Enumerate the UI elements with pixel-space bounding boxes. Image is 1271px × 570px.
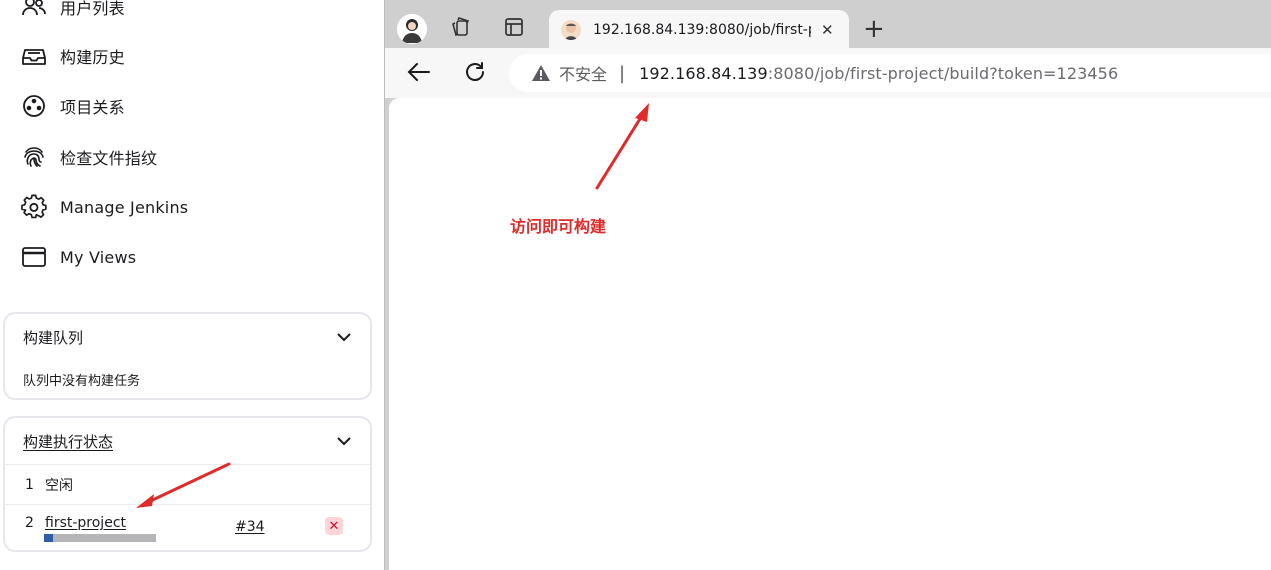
browser-toolbar: 不安全 | 192.168.84.139:8080/job/first-proj… [385, 48, 1271, 98]
not-secure-label[interactable]: 不安全 [559, 61, 607, 85]
tab-first-project[interactable]: 192.168.84.139:8080/job/first-pro ✕ [549, 10, 849, 50]
chevron-down-icon[interactable] [336, 433, 352, 449]
gear-icon [20, 193, 48, 221]
sidebar-item-label: My Views [60, 247, 137, 267]
build-progress-bar [44, 534, 156, 542]
vertical-tabs-button[interactable] [499, 14, 529, 44]
tab-close-button[interactable]: ✕ [821, 21, 834, 39]
reload-button[interactable] [461, 60, 489, 88]
warning-icon [531, 63, 551, 83]
build-progress-fill [44, 534, 53, 542]
inbox-icon [20, 42, 48, 70]
sidebar-item-label: 用户列表 [60, 0, 125, 18]
annotation-arrow-sidebar [136, 462, 231, 508]
url-path: :8080/job/first-project/build?token=1234… [767, 63, 1119, 83]
jenkins-favicon-icon [561, 20, 581, 40]
window-icon [20, 243, 48, 271]
sidebar-item-project-relationship[interactable]: 项目关系 [20, 90, 125, 122]
sidebar-item-my-views[interactable]: My Views [20, 241, 136, 273]
build-number-link[interactable]: #34 [235, 519, 265, 535]
address-separator: | [619, 62, 626, 84]
workspaces-icon [449, 16, 471, 42]
tab-strip: 192.168.84.139:8080/job/first-pro ✕ + [385, 0, 1271, 50]
sidebar-item-fingerprint[interactable]: 检查文件指纹 [20, 141, 157, 173]
annotation-arrow-browser [595, 103, 649, 190]
sidebar-item-manage-jenkins[interactable]: Manage Jenkins [20, 191, 188, 223]
chevron-down-icon[interactable] [336, 329, 352, 345]
build-executor-header[interactable]: 构建执行状态 [5, 418, 370, 464]
workspaces-button[interactable] [445, 14, 475, 44]
sidebar-item-label: 构建历史 [60, 48, 125, 67]
jenkins-sidebar: 用户列表 构建历史 项目关系 检查文件指纹 Manage Jenkins My … [0, 0, 384, 570]
arrow-left-icon [407, 62, 431, 86]
reload-icon [464, 61, 486, 87]
executor-number: 2 [25, 515, 34, 531]
sidebar-item-users[interactable]: 用户列表 [20, 0, 125, 23]
executor-status: 空闲 [45, 477, 73, 494]
address-bar[interactable]: 不安全 | 192.168.84.139:8080/job/first-proj… [509, 54, 1271, 92]
close-icon: ✕ [328, 518, 340, 534]
sidebar-item-label: 检查文件指纹 [60, 149, 158, 168]
executor-project-link[interactable]: first-project [45, 515, 126, 531]
browser-window: 192.168.84.139:8080/job/first-pro ✕ + 不安… [384, 0, 1271, 570]
profile-avatar[interactable] [397, 14, 427, 44]
url-text[interactable]: 192.168.84.139:8080/job/first-project/bu… [639, 64, 1118, 83]
executor-number: 1 [25, 476, 34, 493]
url-host: 192.168.84.139 [639, 63, 768, 83]
build-queue-empty-text: 队列中没有构建任务 [23, 374, 141, 389]
screenshot-root: 用户列表 构建历史 项目关系 检查文件指纹 Manage Jenkins My … [0, 0, 1271, 570]
sidebar-item-label: 项目关系 [60, 98, 125, 117]
build-executor-title[interactable]: 构建执行状态 [23, 431, 113, 452]
build-queue-panel: 构建队列 队列中没有构建任务 [3, 312, 372, 400]
build-queue-header[interactable]: 构建队列 [5, 314, 370, 360]
stop-build-button[interactable]: ✕ [325, 517, 343, 535]
sidebar-item-label: Manage Jenkins [60, 197, 189, 217]
new-tab-button[interactable]: + [863, 16, 887, 44]
build-queue-title: 构建队列 [23, 328, 84, 347]
users-icon [20, 0, 48, 21]
back-button[interactable] [405, 60, 433, 88]
annotation-text: 访问即可构建 [510, 217, 607, 236]
tab-title: 192.168.84.139:8080/job/first-pro [593, 22, 811, 38]
page-content: 访问即可构建 [389, 98, 1271, 570]
fingerprint-icon [20, 143, 48, 171]
project-relationship-icon [20, 92, 48, 120]
sidebar-layout-icon [504, 17, 524, 41]
sidebar-item-build-history[interactable]: 构建历史 [20, 40, 125, 72]
